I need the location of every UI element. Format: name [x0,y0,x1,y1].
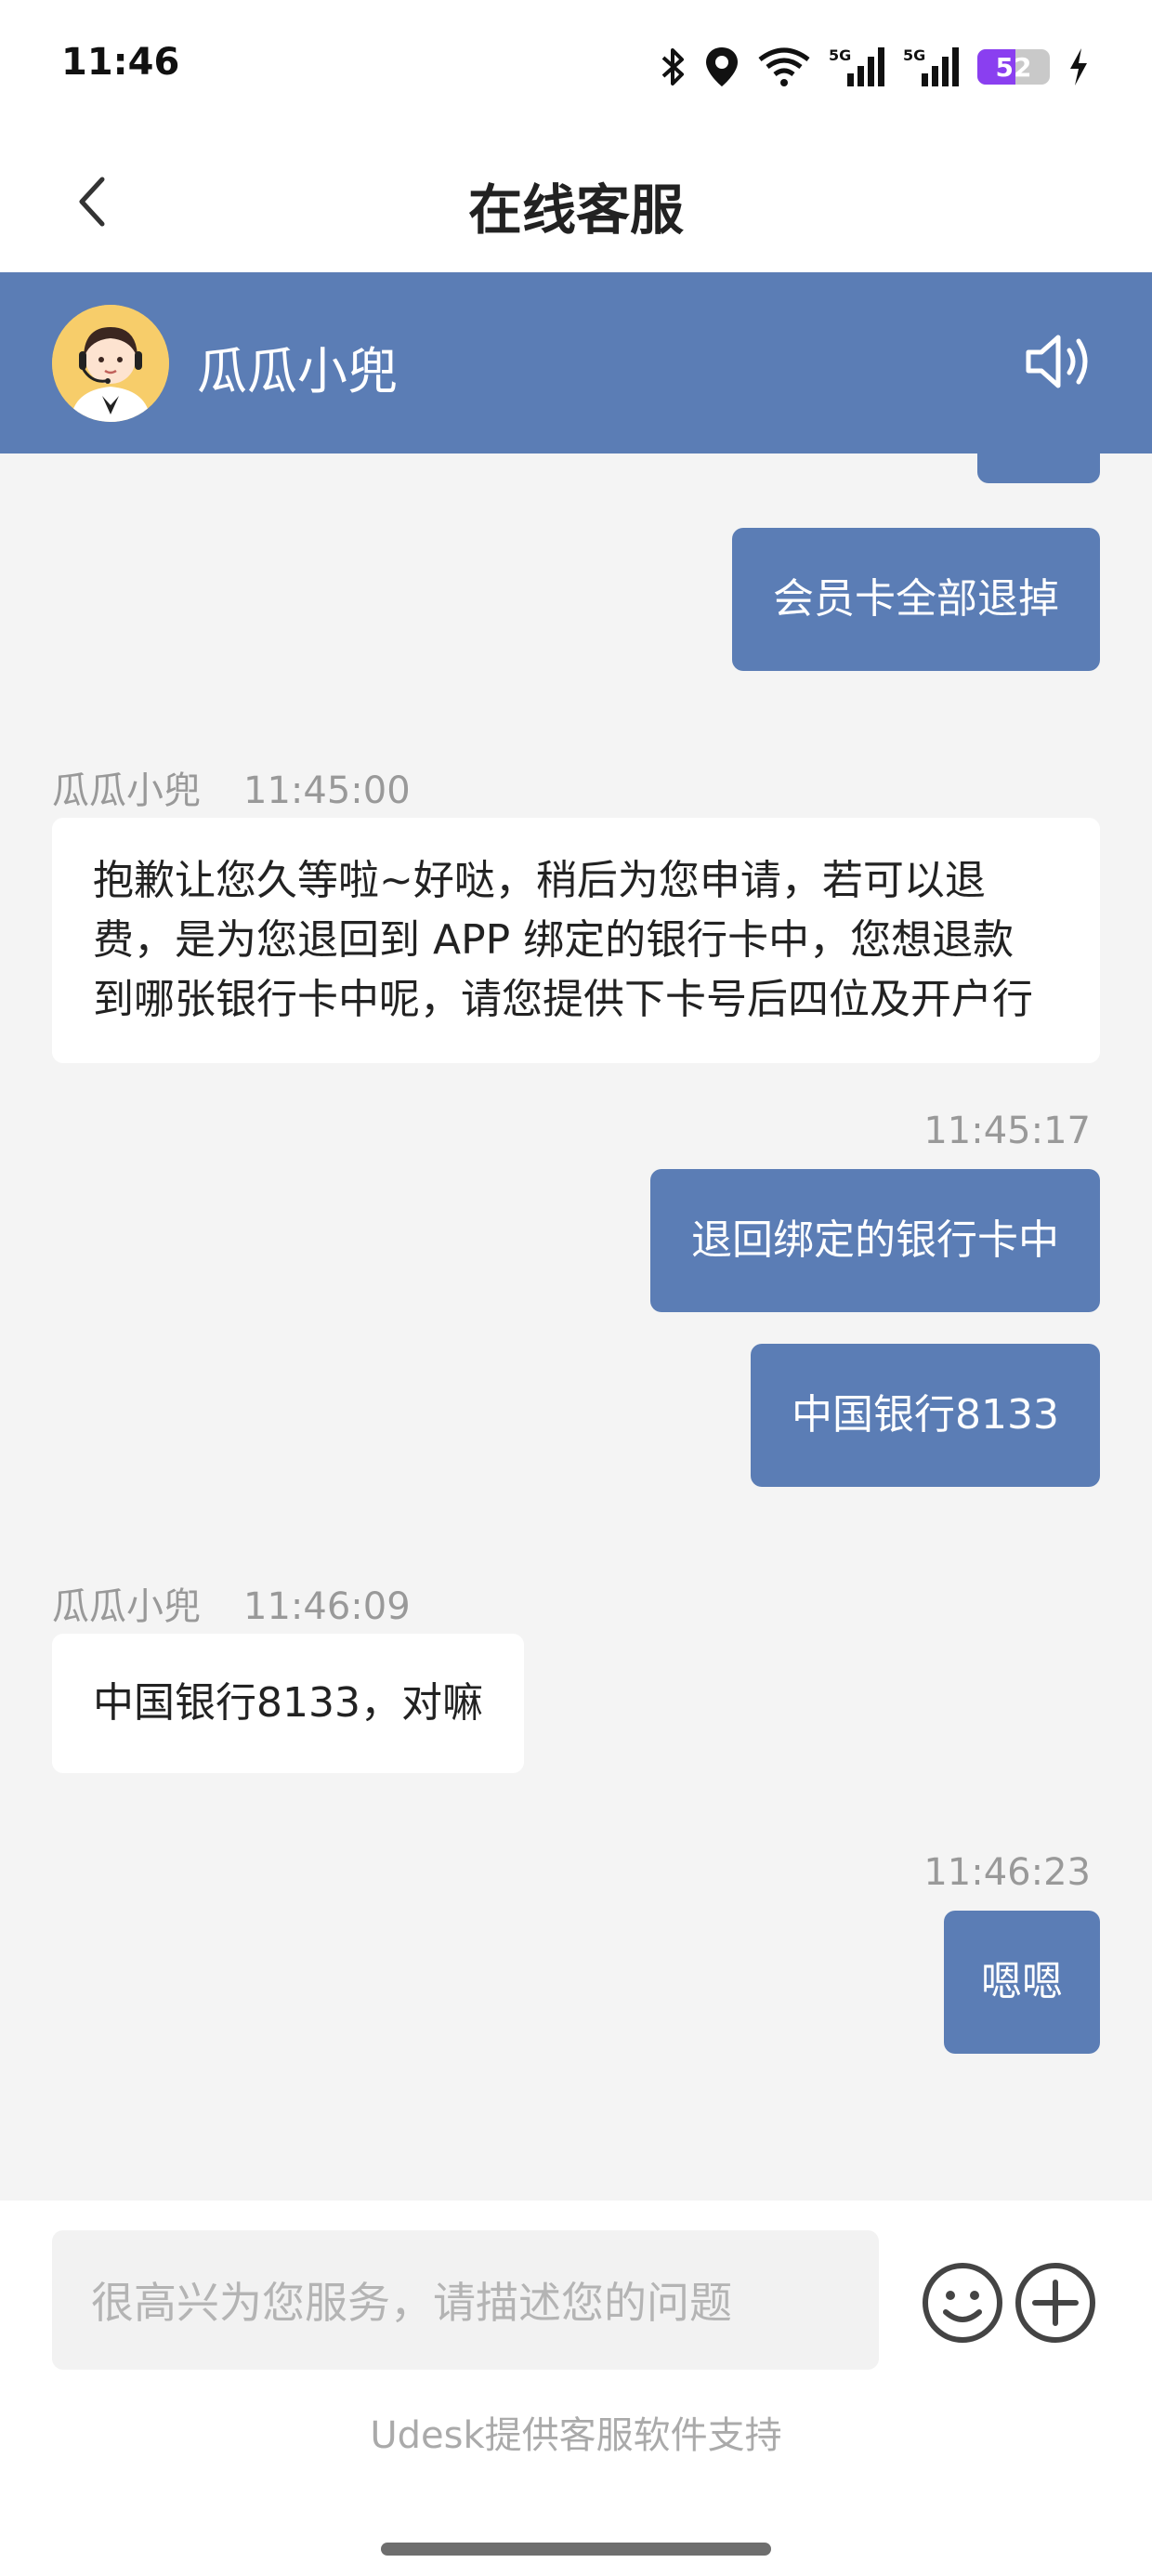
message-input-placeholder: 很高兴为您服务，请描述您的问题 [91,2278,732,2328]
message-meta: 瓜瓜小兜 11:45:00 [52,760,411,814]
signal-5g-icon: 5G [829,46,886,88]
message-text: 嗯嗯 [981,1958,1063,2005]
message-bubble-incoming: 抱歉让您久等啦~好哒，稍后为您申请，若可以退 费，是为您退回到 APP 绑定的银… [52,818,1100,1063]
message-bubble-outgoing: 中国银行8133 [751,1344,1100,1487]
message-time: 11:45:00 [243,769,411,812]
message-text: 会员卡全部退掉 [773,575,1059,623]
message-text: 中国银行8133 [792,1391,1059,1439]
chat-area[interactable]: 会员卡全部退掉 瓜瓜小兜 11:45:00 抱歉让您久等啦~好哒，稍后为您申请，若… [0,453,1152,2201]
navigation-bar: 在线客服 [0,135,1152,272]
home-indicator[interactable] [381,2543,771,2556]
charging-icon [1067,46,1091,87]
message-bubble-outgoing: 会员卡全部退掉 [732,528,1100,671]
plus-button[interactable] [1013,2260,1098,2346]
message-line: 抱歉让您久等啦~好哒，稍后为您申请，若可以退 [93,857,986,904]
battery-level: 52 [995,51,1032,83]
svg-text:5G: 5G [903,46,925,64]
avatar [52,305,169,422]
speaker-button[interactable] [1020,326,1100,401]
message-time: 11:46:23 [923,1851,1091,1894]
message-bubble-outgoing: 嗯嗯 [944,1911,1100,2054]
agent-name: 瓜瓜小兜 [197,342,398,401]
status-icons: 5G 5G 52 [660,41,1091,93]
message-text: 退回绑定的银行卡中 [691,1216,1059,1264]
speaker-icon [1023,332,1097,395]
bluetooth-icon [660,46,687,87]
message-meta: 瓜瓜小兜 11:46:09 [52,1576,411,1630]
message-input[interactable]: 很高兴为您服务，请描述您的问题 [52,2230,879,2370]
message-line: 到哪张银行卡中呢，请您提供下卡号后四位及开户行 [93,976,1033,1023]
page-title: 在线客服 [467,178,684,242]
emoji-button[interactable] [920,2260,1005,2346]
composer-area: 很高兴为您服务，请描述您的问题 Udesk提供客服软件支持 [0,2201,1152,2576]
message-text: 中国银行8133，对嘛 [93,1679,483,1727]
emoji-icon [920,2263,1005,2349]
message-time: 11:46:09 [243,1585,411,1628]
status-bar: 11:46 5G 5G 52 [0,0,1152,135]
sender-name: 瓜瓜小兜 [52,769,201,812]
plus-circle-icon [1013,2263,1098,2349]
message-bubble-outgoing-partial [977,453,1100,483]
message-time: 11:45:17 [923,1110,1091,1152]
signal-5g-icon: 5G [903,46,961,88]
powered-by-text: Udesk提供客服软件支持 [370,2414,782,2457]
message-line: 费，是为您退回到 APP 绑定的银行卡中，您想退款 [93,916,1015,964]
status-time: 11:46 [61,41,180,84]
message-bubble-outgoing: 退回绑定的银行卡中 [650,1169,1100,1312]
agent-bar: 瓜瓜小兜 [0,272,1152,453]
svg-text:5G: 5G [829,46,851,64]
message-bubble-incoming: 中国银行8133，对嘛 [52,1634,524,1773]
battery-icon: 52 [977,49,1050,85]
wifi-icon [756,46,812,87]
sender-name: 瓜瓜小兜 [52,1585,201,1628]
location-icon [704,46,740,88]
